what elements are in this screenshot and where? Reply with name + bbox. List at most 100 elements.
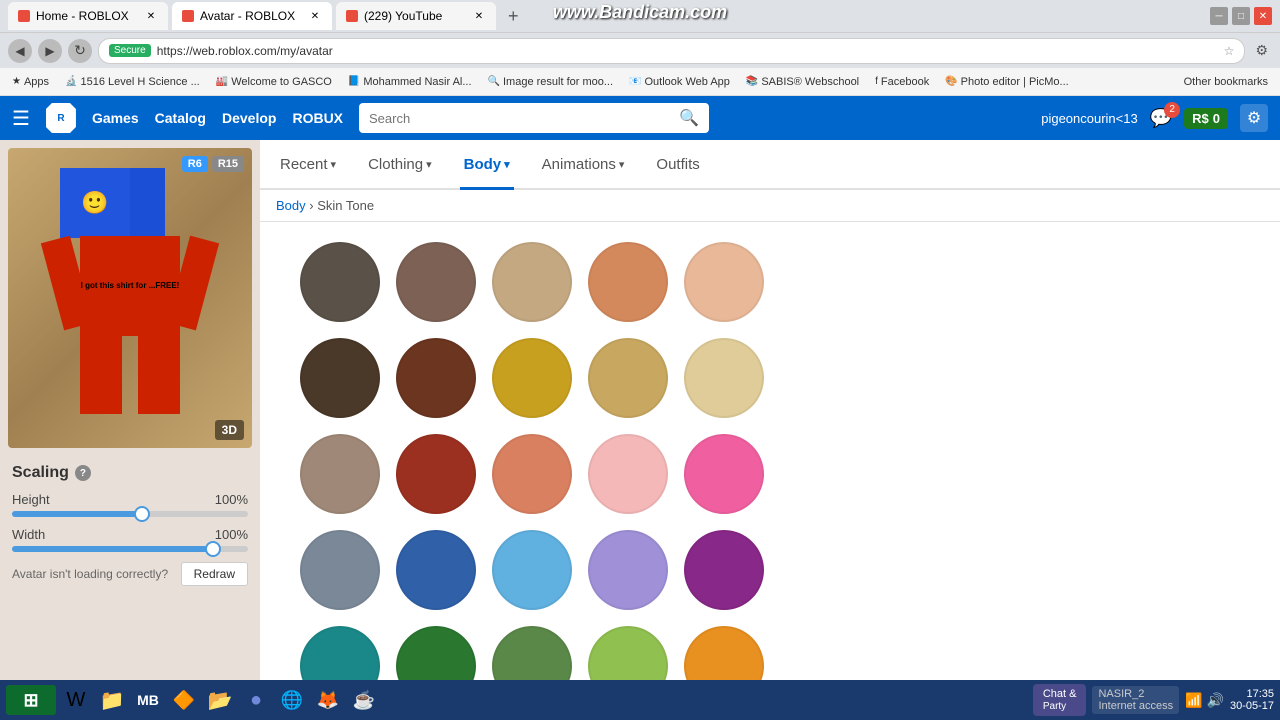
bookmarks-bar: ★ Apps 🔬 1516 Level H Science ... 🏭 Welc… — [0, 68, 1280, 96]
bookmark-google[interactable]: 🔍 Image result for moo... — [484, 74, 618, 90]
tab-clothing[interactable]: Clothing ▾ — [364, 140, 436, 188]
bookmark-star-icon[interactable]: ☆ — [1224, 44, 1235, 58]
skin-tone-color-3-3[interactable] — [588, 530, 668, 610]
height-slider-thumb[interactable] — [134, 506, 150, 522]
extensions-button[interactable]: ⚙ — [1251, 38, 1272, 63]
clock-date: 30-05-17 — [1230, 700, 1274, 712]
skin-tone-color-2-0[interactable] — [300, 434, 380, 514]
tab-youtube-close[interactable]: ✕ — [472, 9, 486, 23]
tab-recent[interactable]: Recent ▾ — [276, 140, 340, 188]
tab-avatar[interactable]: Avatar - ROBLOX ✕ — [172, 2, 332, 30]
skin-tone-color-0-4[interactable] — [684, 242, 764, 322]
tab-favicon-avatar — [182, 10, 194, 22]
close-button[interactable]: ✕ — [1254, 7, 1272, 25]
search-input[interactable] — [369, 111, 671, 126]
skin-tone-color-0-0[interactable] — [300, 242, 380, 322]
taskbar-word-icon[interactable]: W — [60, 684, 92, 716]
bookmark-sabis[interactable]: 📚 SABIS® Webschool — [742, 74, 863, 90]
notifications-area[interactable]: 💬 2 — [1150, 108, 1172, 129]
nav-games[interactable]: Games — [92, 110, 139, 126]
redraw-text: Avatar isn't loading correctly? — [12, 567, 168, 581]
skin-tone-color-1-0[interactable] — [300, 338, 380, 418]
skin-tone-color-3-1[interactable] — [396, 530, 476, 610]
tab-outfits[interactable]: Outfits — [652, 140, 703, 188]
bookmark-facebook[interactable]: f Facebook — [871, 74, 933, 90]
skin-tone-color-3-4[interactable] — [684, 530, 764, 610]
tab-home[interactable]: Home - ROBLOX ✕ — [8, 2, 168, 30]
skin-tone-color-1-2[interactable] — [492, 338, 572, 418]
minimize-button[interactable]: ─ — [1210, 7, 1228, 25]
bookmark-sabis-label: SABIS® Webschool — [761, 76, 859, 88]
redraw-row: Avatar isn't loading correctly? Redraw — [12, 562, 248, 586]
tab-body[interactable]: Body ▾ — [460, 140, 514, 188]
taskbar-chrome-icon[interactable]: 🌐 — [276, 684, 308, 716]
taskbar-discord-icon[interactable]: ● — [240, 684, 272, 716]
start-button[interactable]: ⊞ — [6, 685, 56, 715]
chat-party-label: Chat & — [1043, 688, 1077, 700]
taskbar-mb-icon[interactable]: MB — [132, 684, 164, 716]
r15-badge[interactable]: R15 — [212, 156, 244, 172]
notif-count: 2 — [1164, 102, 1180, 118]
bookmark-science[interactable]: 🔬 1516 Level H Science ... — [61, 74, 204, 90]
skin-tone-color-0-2[interactable] — [492, 242, 572, 322]
tab-youtube[interactable]: (229) YouTube ✕ — [336, 2, 496, 30]
bookmark-gasco[interactable]: 🏭 Welcome to GASCO — [212, 74, 336, 90]
redraw-button[interactable]: Redraw — [181, 562, 248, 586]
window-controls: ─ □ ✕ — [1210, 7, 1272, 25]
taskbar-file-icon[interactable]: 📁 — [96, 684, 128, 716]
skin-tone-color-3-0[interactable] — [300, 530, 380, 610]
skin-tone-color-2-1[interactable] — [396, 434, 476, 514]
chat-party-button[interactable]: Chat & Party — [1033, 684, 1087, 716]
nav-robux[interactable]: ROBUX — [292, 110, 343, 126]
breadcrumb-parent[interactable]: Body — [276, 198, 306, 213]
roblox-logo[interactable]: R — [46, 103, 76, 133]
bookmark-picmonkey[interactable]: 🎨 Photo editor | PicMo... — [941, 74, 1072, 90]
maximize-button[interactable]: □ — [1232, 7, 1250, 25]
taskbar-folder-icon[interactable]: 📂 — [204, 684, 236, 716]
tab-recent-label: Recent — [280, 156, 328, 173]
bookmark-google-label: Image result for moo... — [503, 76, 613, 88]
skin-tone-color-0-1[interactable] — [396, 242, 476, 322]
bookmark-outlook[interactable]: 📧 Outlook Web App — [625, 74, 734, 90]
skin-tone-color-1-4[interactable] — [684, 338, 764, 418]
tab-animations[interactable]: Animations ▾ — [538, 140, 629, 188]
taskbar-java-icon[interactable]: ☕ — [348, 684, 380, 716]
network-name: NASIR_2 — [1098, 688, 1173, 700]
address-bar[interactable]: Secure https://web.roblox.com/my/avatar … — [98, 38, 1245, 64]
bookmark-apps[interactable]: ★ Apps — [8, 74, 53, 90]
skin-tone-color-2-3[interactable] — [588, 434, 668, 514]
network-desc: Internet access — [1098, 700, 1173, 712]
skin-tone-row-1 — [300, 338, 1240, 418]
bookmark-nasir[interactable]: 📘 Mohammed Nasir Al... — [344, 74, 476, 90]
taskbar-firefox-icon[interactable]: 🦊 — [312, 684, 344, 716]
forward-button[interactable]: ▶ — [38, 39, 62, 63]
settings-button[interactable]: ⚙ — [1240, 104, 1268, 132]
search-box[interactable]: 🔍 — [359, 103, 709, 133]
nav-catalog[interactable]: Catalog — [155, 110, 206, 126]
avatar-leg-right — [138, 334, 180, 414]
nav-develop[interactable]: Develop — [222, 110, 276, 126]
hamburger-menu[interactable]: ☰ — [12, 106, 30, 131]
bookmark-gasco-label: Welcome to GASCO — [231, 76, 332, 88]
search-icon[interactable]: 🔍 — [679, 108, 699, 128]
network-status: NASIR_2 Internet access — [1092, 686, 1179, 714]
refresh-button[interactable]: ↻ — [68, 39, 92, 63]
new-tab-button[interactable]: + — [500, 6, 527, 27]
robux-badge[interactable]: R$ 0 — [1184, 108, 1228, 129]
skin-tone-color-1-1[interactable] — [396, 338, 476, 418]
taskbar-vlc-icon[interactable]: 🔶 — [168, 684, 200, 716]
skin-tone-color-1-3[interactable] — [588, 338, 668, 418]
info-icon[interactable]: ? — [75, 465, 91, 481]
bookmark-other[interactable]: Other bookmarks — [1180, 74, 1272, 90]
width-slider-thumb[interactable] — [205, 541, 221, 557]
tab-favicon-youtube — [346, 10, 358, 22]
skin-tone-color-2-4[interactable] — [684, 434, 764, 514]
tab-avatar-close[interactable]: ✕ — [308, 9, 322, 23]
tab-avatar-label: Avatar - ROBLOX — [200, 9, 295, 23]
skin-tone-color-3-2[interactable] — [492, 530, 572, 610]
skin-tone-color-2-2[interactable] — [492, 434, 572, 514]
skin-tone-color-0-3[interactable] — [588, 242, 668, 322]
avatar-body: I got this shirt for ...FREE! — [80, 236, 180, 336]
tab-home-close[interactable]: ✕ — [144, 9, 158, 23]
back-button[interactable]: ◀ — [8, 39, 32, 63]
